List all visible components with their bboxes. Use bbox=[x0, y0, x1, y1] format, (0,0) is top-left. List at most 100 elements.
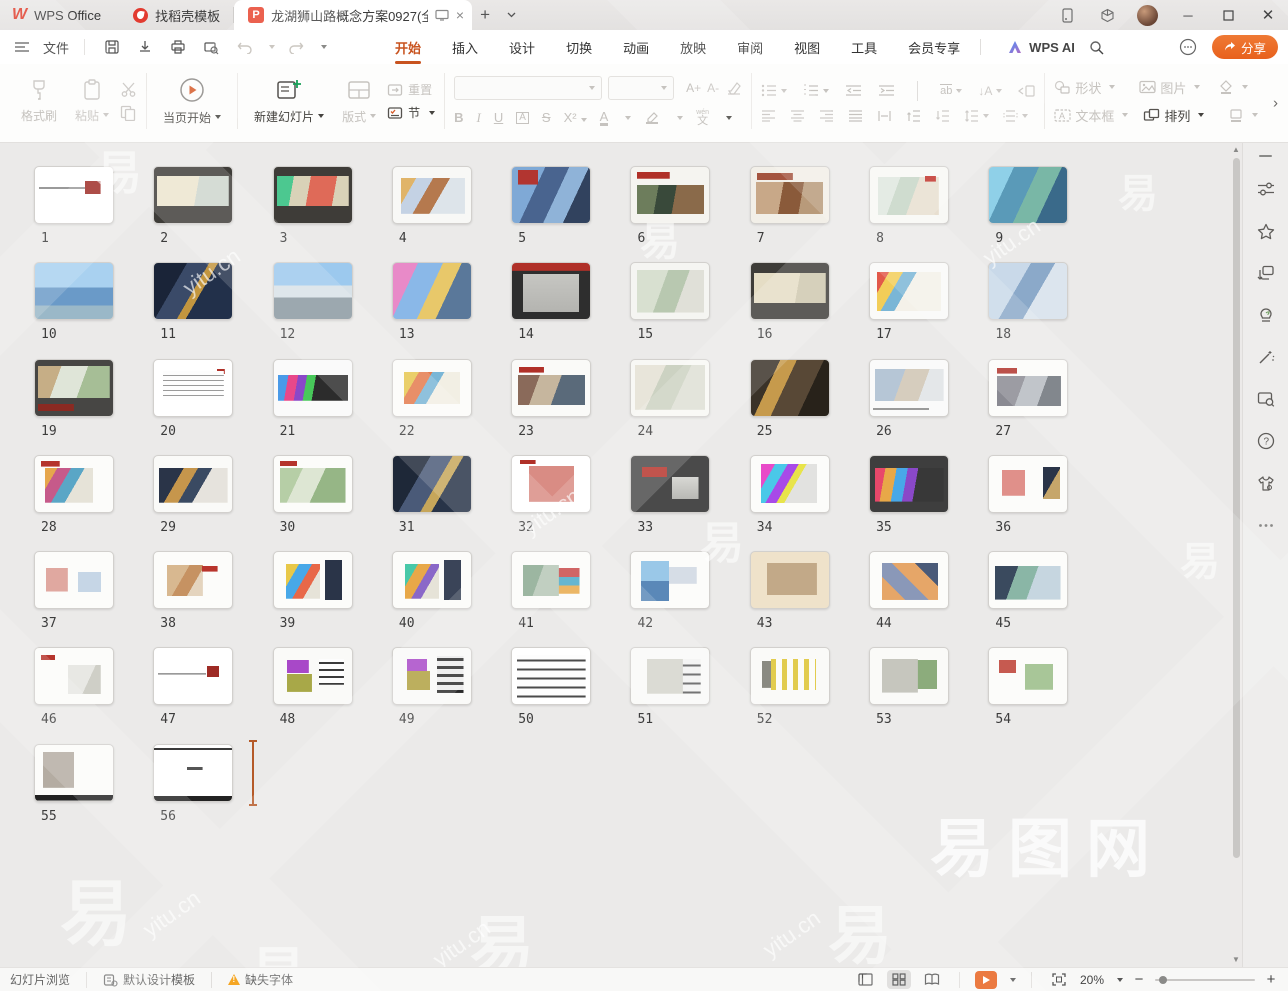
increase-font-button[interactable]: A+ bbox=[686, 81, 701, 95]
play-from-current-button[interactable]: 当页开始 bbox=[156, 74, 228, 129]
slide-thumbnail-11[interactable] bbox=[153, 262, 233, 320]
pinyin-guide-button[interactable]: wén 文 bbox=[696, 109, 709, 127]
character-border-button[interactable]: A bbox=[516, 112, 529, 124]
minimize-button[interactable]: ─ bbox=[1168, 0, 1208, 30]
zoom-chevron-icon[interactable] bbox=[1117, 978, 1123, 982]
zoom-slider[interactable] bbox=[1155, 979, 1255, 981]
favorites-star-icon[interactable] bbox=[1255, 221, 1277, 241]
file-menu[interactable]: 文件 bbox=[43, 38, 69, 57]
skin-settings-icon[interactable] bbox=[1255, 473, 1277, 493]
align-left-button[interactable] bbox=[761, 110, 776, 122]
font-family-select[interactable] bbox=[454, 76, 602, 100]
new-slide-button[interactable]: 新建幻灯片 bbox=[247, 75, 331, 128]
tab-design[interactable]: 设计 bbox=[507, 31, 537, 64]
slide-thumbnail-37[interactable] bbox=[34, 551, 114, 609]
tab-membership[interactable]: 会员专享 bbox=[906, 31, 962, 64]
slide-thumbnail-29[interactable] bbox=[153, 455, 233, 513]
slide-thumbnail-54[interactable] bbox=[988, 647, 1068, 705]
slide-thumbnail-33[interactable] bbox=[630, 455, 710, 513]
slide-thumbnail-27[interactable] bbox=[988, 359, 1068, 417]
export-icon[interactable] bbox=[133, 35, 157, 59]
italic-button[interactable]: I bbox=[476, 111, 480, 124]
slide-thumbnail-12[interactable] bbox=[273, 262, 353, 320]
slide-thumbnail-17[interactable] bbox=[869, 262, 949, 320]
bold-button[interactable]: B bbox=[454, 111, 463, 124]
numbered-list-button[interactable] bbox=[803, 84, 819, 97]
zoom-out-button[interactable]: − bbox=[1132, 971, 1146, 988]
slide-thumbnail-24[interactable] bbox=[630, 359, 710, 417]
slide-thumbnail-46[interactable] bbox=[34, 647, 114, 705]
tab-transition[interactable]: 切换 bbox=[564, 31, 594, 64]
convert-smartart-icon[interactable] bbox=[1018, 84, 1035, 98]
zoom-in-button[interactable]: + bbox=[1264, 971, 1278, 988]
slide-thumbnail-16[interactable] bbox=[750, 262, 830, 320]
justify-button[interactable] bbox=[848, 110, 863, 122]
line-spacing-button[interactable] bbox=[964, 110, 979, 122]
distribute-text-button[interactable] bbox=[877, 110, 892, 122]
zoom-level[interactable]: 20% bbox=[1080, 973, 1104, 987]
wps-ai-button[interactable]: WPS AI bbox=[1007, 40, 1075, 55]
shapes-button[interactable]: 形状 bbox=[1054, 78, 1115, 97]
app-home-button[interactable]: W WPS Office bbox=[0, 0, 119, 30]
reset-button[interactable]: 重置 bbox=[387, 81, 435, 98]
vertical-scrollbar[interactable]: ▲ ▼ bbox=[1230, 143, 1242, 967]
copy-icon[interactable] bbox=[120, 105, 137, 121]
section-button[interactable]: 节 bbox=[387, 104, 435, 121]
line-spacing-up-icon[interactable] bbox=[906, 110, 921, 122]
slide-thumbnail-19[interactable] bbox=[34, 359, 114, 417]
text-direction-button[interactable]: ↓A bbox=[978, 84, 992, 98]
scroll-down-arrow-icon[interactable]: ▼ bbox=[1232, 955, 1240, 965]
slide-thumbnail-36[interactable] bbox=[988, 455, 1068, 513]
scroll-up-arrow-icon[interactable]: ▲ bbox=[1232, 145, 1240, 155]
slide-thumbnail-41[interactable] bbox=[511, 551, 591, 609]
slide-thumbnail-25[interactable] bbox=[750, 359, 830, 417]
slide-thumbnail-2[interactable] bbox=[153, 166, 233, 224]
decrease-indent-button[interactable] bbox=[845, 84, 862, 97]
undo-icon[interactable] bbox=[232, 35, 256, 59]
slide-thumbnail-28[interactable] bbox=[34, 455, 114, 513]
properties-sliders-icon[interactable] bbox=[1255, 179, 1277, 199]
slide-thumbnail-42[interactable] bbox=[630, 551, 710, 609]
slide-thumbnail-40[interactable] bbox=[392, 551, 472, 609]
search-icon[interactable] bbox=[1085, 35, 1109, 59]
slideshow-play-button[interactable] bbox=[975, 971, 997, 989]
slide-thumbnail-4[interactable] bbox=[392, 166, 472, 224]
slide-thumbnail-47[interactable] bbox=[153, 647, 233, 705]
arrange-button[interactable]: 排列 bbox=[1143, 106, 1204, 125]
slide-thumbnail-56[interactable] bbox=[153, 744, 233, 802]
slide-thumbnail-13[interactable] bbox=[392, 262, 472, 320]
slide-sorter-view-button[interactable] bbox=[887, 970, 911, 989]
slide-thumbnail-34[interactable] bbox=[750, 455, 830, 513]
hamburger-menu-icon[interactable] bbox=[10, 35, 34, 59]
slide-thumbnail-48[interactable] bbox=[273, 647, 353, 705]
magic-wand-icon[interactable] bbox=[1255, 347, 1277, 367]
slide-thumbnail-10[interactable] bbox=[34, 262, 114, 320]
slide-thumbnail-3[interactable] bbox=[273, 166, 353, 224]
normal-view-button[interactable] bbox=[854, 970, 878, 989]
save-icon[interactable] bbox=[100, 35, 124, 59]
strikethrough-button[interactable]: S bbox=[542, 111, 551, 124]
superscript-button[interactable]: X² bbox=[564, 111, 587, 124]
slide-thumbnail-50[interactable] bbox=[511, 647, 591, 705]
redo-icon[interactable] bbox=[284, 35, 308, 59]
bullet-list-button[interactable] bbox=[761, 84, 777, 97]
scrollbar-thumb[interactable] bbox=[1233, 158, 1240, 858]
font-color-button[interactable]: A bbox=[600, 110, 609, 126]
increase-indent-button[interactable] bbox=[878, 84, 895, 97]
maximize-button[interactable] bbox=[1208, 0, 1248, 30]
ribbon-expand-chevron-icon[interactable]: › bbox=[1273, 95, 1278, 112]
fit-to-window-button[interactable] bbox=[1047, 970, 1071, 989]
slide-thumbnail-31[interactable] bbox=[392, 455, 472, 513]
decrease-font-button[interactable]: A- bbox=[707, 81, 719, 95]
slide-thumbnail-43[interactable] bbox=[750, 551, 830, 609]
mobile-sync-icon[interactable] bbox=[1047, 0, 1087, 30]
close-tab-icon[interactable]: × bbox=[456, 7, 464, 23]
tab-animation[interactable]: 动画 bbox=[621, 31, 651, 64]
slide-sorter-canvas[interactable]: 1234567891011121314151617181920212223242… bbox=[0, 143, 1230, 967]
slide-thumbnail-49[interactable] bbox=[392, 647, 472, 705]
slide-thumbnail-32[interactable] bbox=[511, 455, 591, 513]
tab-docer-templates[interactable]: 找稻壳模板 bbox=[119, 0, 234, 30]
slide-thumbnail-55[interactable] bbox=[34, 744, 114, 802]
print-preview-icon[interactable] bbox=[199, 35, 223, 59]
slide-thumbnail-53[interactable] bbox=[869, 647, 949, 705]
